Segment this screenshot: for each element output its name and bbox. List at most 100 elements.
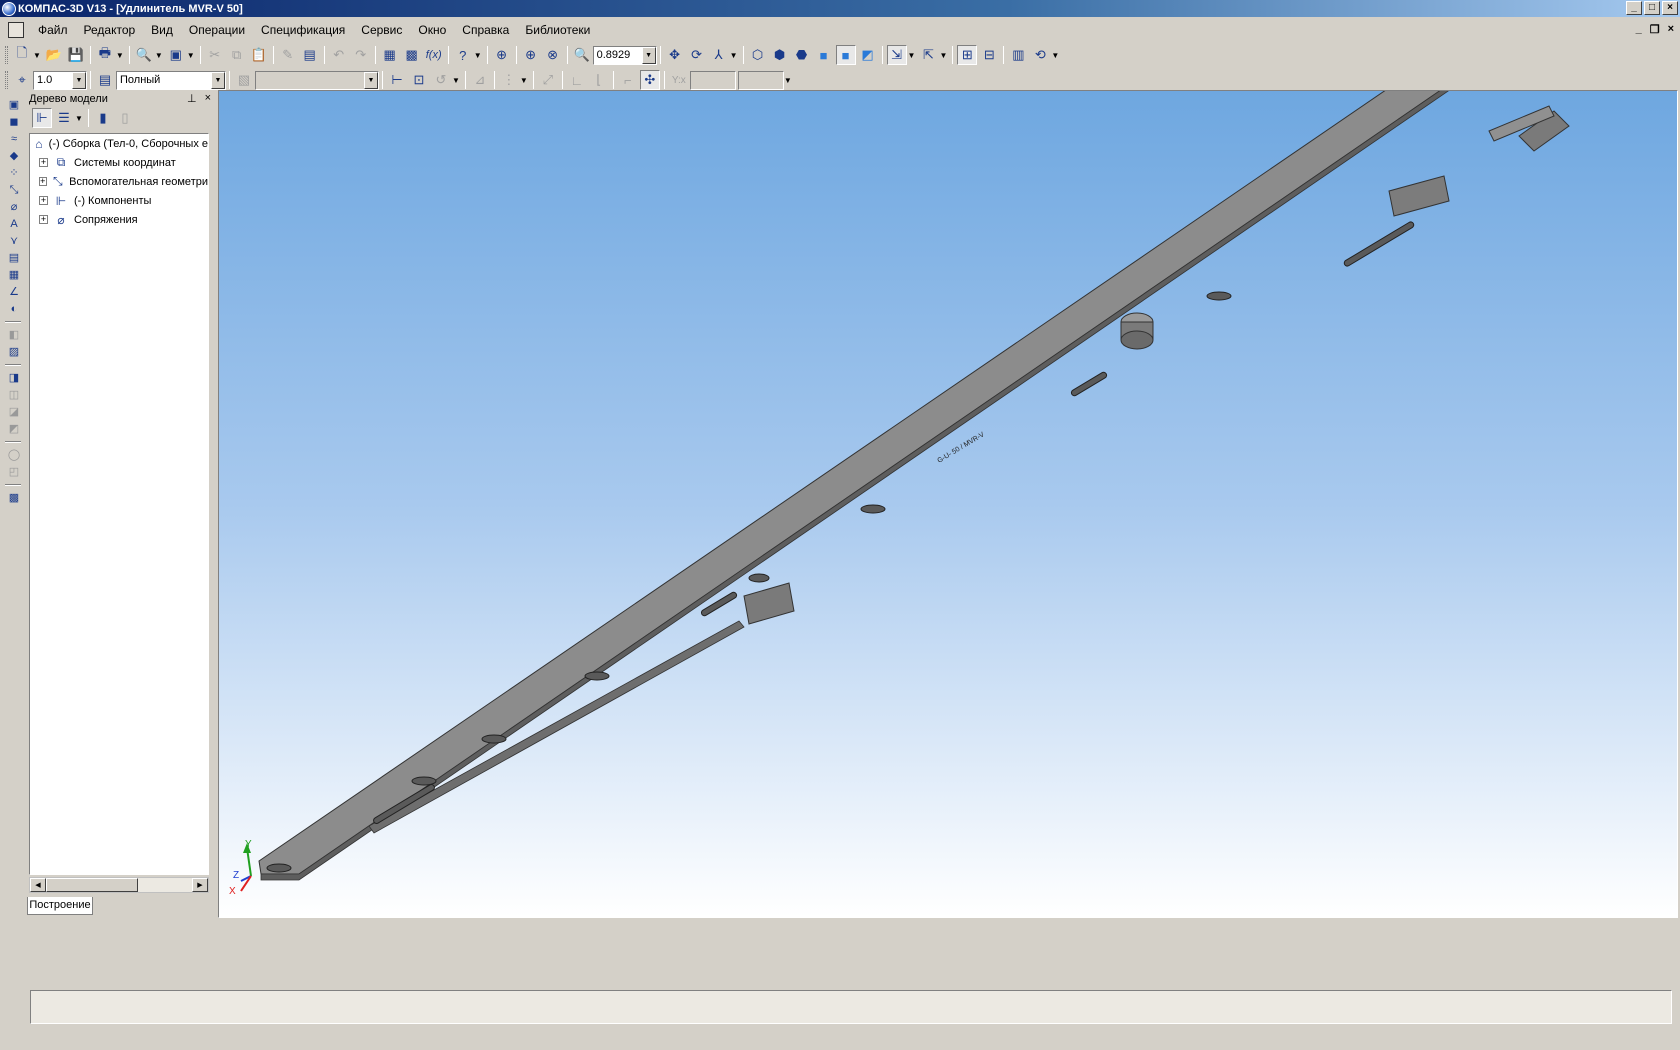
doc-restore-button[interactable]: ❐ [1650,23,1660,36]
pan-icon[interactable]: ✥ [665,45,685,65]
toolbar-grip[interactable] [5,46,8,64]
rotate-icon[interactable]: ⟳ [687,45,707,65]
reports-icon[interactable]: ▦ [5,267,23,283]
shaded-icon[interactable]: ■ [814,45,834,65]
component-edit-icon[interactable]: ◧ [5,327,23,343]
scroll-thumb[interactable] [46,878,138,892]
tree-horizontal-scrollbar[interactable]: ◀ ▶ [29,877,209,893]
orientation-icon[interactable]: ⅄ [709,45,729,65]
local-cs-icon[interactable]: ⊢ [387,70,407,90]
chevron-down-icon[interactable]: ▼ [730,51,738,60]
menu-libraries[interactable]: Библиотеки [517,23,598,37]
selection-filter-icon[interactable]: ⇲ [886,45,907,65]
curves-icon[interactable]: ≈ [5,131,23,147]
tree-view-icon[interactable]: ⊩ [32,108,52,128]
specification-icon[interactable]: ▤ [300,45,320,65]
tree-icon[interactable]: ⊞ [957,45,978,65]
menu-specification[interactable]: Спецификация [253,23,353,37]
step-icon[interactable]: ⌖ [12,70,32,90]
kompas-app-icon[interactable] [2,1,16,16]
toolbar-overflow-icon[interactable]: ▼ [1051,51,1059,60]
perspective-icon[interactable]: ◩ [858,45,878,65]
menu-view[interactable]: Вид [143,23,181,37]
tree-node-assembly[interactable]: ⌂ (-) Сборка (Тел-0, Сборочных е [30,134,208,153]
menu-service[interactable]: Сервис [353,23,410,37]
coord-y-field[interactable] [737,70,784,90]
assembly-edit-icon[interactable]: ▣ [5,97,23,113]
doc-close-button[interactable]: × [1668,23,1674,36]
aux-geometry-icon[interactable]: ⤡ [5,182,23,198]
pin-icon[interactable]: ⊥ [187,92,197,105]
redo-icon[interactable]: ↷ [351,45,371,65]
chevron-down-icon[interactable]: ▼ [452,76,460,85]
coord-x-field[interactable] [689,70,736,90]
sheet-metal-icon[interactable]: ◐ [5,301,23,317]
section-icon[interactable]: ◰ [5,464,23,480]
local-axes-icon[interactable]: ∟ [567,70,587,90]
shaded-edges-icon[interactable]: ■ [835,45,856,65]
expand-icon[interactable]: + [39,158,48,167]
arrays-icon[interactable]: ⁘ [5,165,23,181]
chevron-down-icon[interactable]: ▼ [520,76,528,85]
close-icon[interactable]: × [205,92,211,105]
display-mode-combo[interactable]: Полный ▼ [116,70,226,90]
properties-icon[interactable]: ▣ [166,45,186,65]
grid-icon[interactable]: ⋮ [499,70,519,90]
cursor-icon[interactable]: ⤢ [538,70,558,90]
toolbar-overflow-icon[interactable]: ▼ [784,76,792,85]
rotate-component-icon[interactable]: ◪ [5,404,23,420]
chevron-down-icon[interactable]: ▼ [116,51,124,60]
chevron-down-icon[interactable]: ▼ [474,51,482,60]
zoom-in-icon[interactable]: ⊕ [521,45,541,65]
add-component-icon[interactable]: ▨ [5,344,23,360]
snap-icon[interactable]: ↺ [431,70,451,90]
layers-icon[interactable]: ▩ [402,45,422,65]
tree-node-mates[interactable]: + ⌀ Сопряжения [30,210,208,229]
mates-icon[interactable]: ⌀ [5,199,23,215]
mirror-component-icon[interactable]: ◩ [5,421,23,437]
diagnostics-icon[interactable]: ∠ [5,284,23,300]
menu-window[interactable]: Окно [410,23,454,37]
properties-panel-icon[interactable]: ▩ [5,490,23,506]
scroll-right-icon[interactable]: ▶ [192,878,208,892]
print-icon[interactable]: 🖶 [95,45,115,65]
chevron-down-icon[interactable]: ▼ [33,51,41,60]
tree-structure-icon[interactable]: ☰ [54,108,74,128]
zoom-fit-icon[interactable]: ⊗ [543,45,563,65]
tab-construction[interactable]: Построение [27,897,93,915]
tree-order-icon[interactable]: ▮ [93,108,113,128]
surfaces-icon[interactable]: ◆ [5,148,23,164]
undo-icon[interactable]: ↶ [329,45,349,65]
close-button[interactable]: × [1662,1,1678,15]
new-document-icon[interactable]: 🗋 [12,45,32,65]
layer-icon[interactable]: ▧ [234,70,254,90]
spec-icon[interactable]: ▤ [5,250,23,266]
filter-icon[interactable]: ⋎ [5,233,23,249]
wireframe-icon[interactable]: ⬡ [748,45,768,65]
layer-combo[interactable]: ▼ [255,70,379,90]
chevron-down-icon[interactable]: ▼ [364,71,378,89]
hidden-lines-icon[interactable]: ⬢ [770,45,790,65]
expand-icon[interactable]: + [39,196,48,205]
coordinates-icon[interactable]: Y:x [669,70,689,90]
select-icon[interactable]: ⇱ [918,45,938,65]
axes-icon[interactable]: ⌊ [589,70,609,90]
zoom-scale-icon[interactable]: 🔍 [572,45,592,65]
step-combo[interactable]: 1.0 ▼ [33,70,87,90]
scroll-left-icon[interactable]: ◀ [30,878,46,892]
orientation-plane-icon[interactable]: ⊡ [409,70,429,90]
hole-icon[interactable]: ◯ [5,447,23,463]
menu-operations[interactable]: Операции [181,23,253,37]
help-pointer-icon[interactable]: ? [453,45,473,65]
rebuild-icon[interactable]: ⟲ [1030,45,1050,65]
minimize-button[interactable]: _ [1626,1,1642,15]
tree-rollback-icon[interactable]: ▯ [115,108,135,128]
paste-icon[interactable]: 📋 [249,45,269,65]
menu-file[interactable]: Файл [30,23,76,37]
display-mode-icon[interactable]: ▤ [95,70,115,90]
menu-help[interactable]: Справка [454,23,517,37]
thin-hidden-lines-icon[interactable]: ⬣ [792,45,812,65]
chevron-down-icon[interactable]: ▼ [641,46,656,64]
round-icon[interactable]: ⌐ [618,70,638,90]
snaps-icon[interactable]: ✣ [639,70,660,90]
